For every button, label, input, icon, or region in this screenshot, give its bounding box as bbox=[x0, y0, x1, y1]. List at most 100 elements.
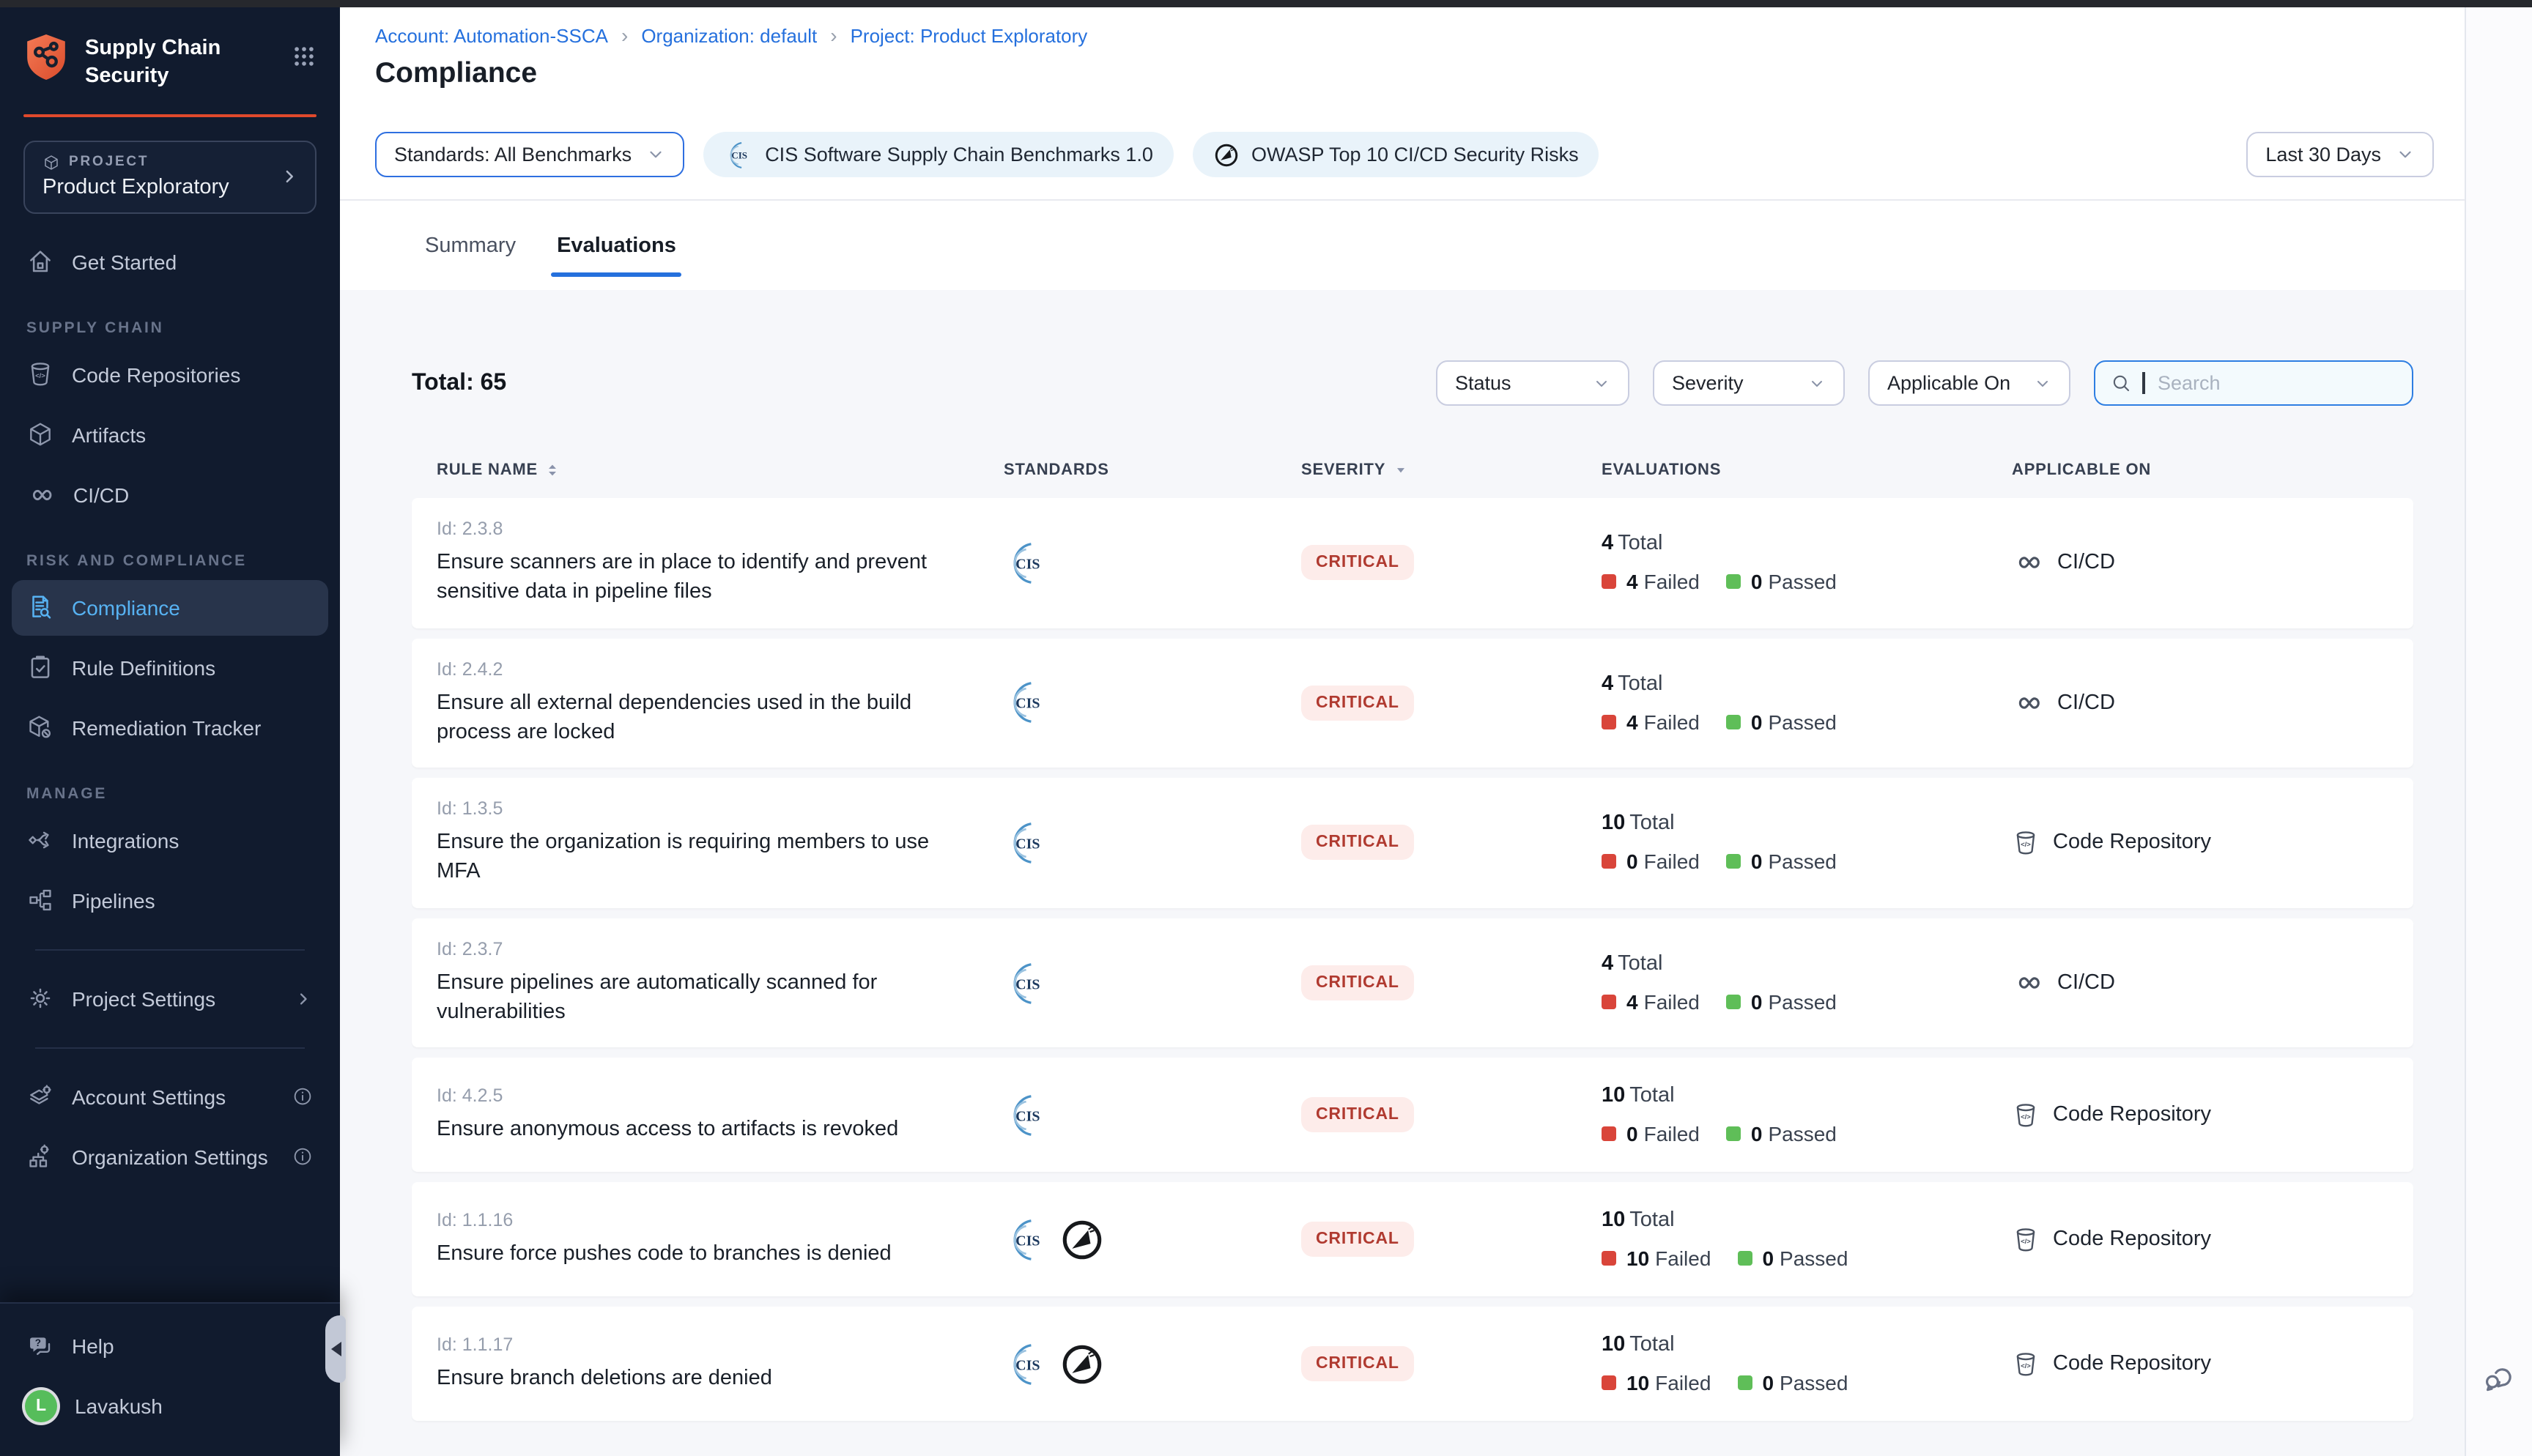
sidebar-item-get-started[interactable]: Get Started bbox=[12, 234, 328, 289]
code-repository-icon bbox=[26, 360, 54, 388]
tab-evaluations[interactable]: Evaluations bbox=[557, 201, 676, 290]
sidebar-item-project-settings[interactable]: Project Settings bbox=[12, 970, 328, 1026]
search-box[interactable] bbox=[2094, 360, 2413, 406]
section-manage: MANAGE bbox=[12, 759, 328, 812]
cicd-infinity-icon bbox=[2012, 967, 2044, 999]
rule-cell: Id: 2.3.8 Ensure scanners are in place t… bbox=[412, 519, 1004, 607]
sidebar-item-help[interactable]: Help bbox=[12, 1318, 328, 1374]
search-input[interactable] bbox=[2155, 371, 2380, 395]
breadcrumb-separator: › bbox=[830, 23, 837, 47]
breadcrumb-separator: › bbox=[621, 23, 628, 47]
tabs-bar: Summary Evaluations bbox=[340, 201, 2466, 291]
sidebar-item-user[interactable]: L Lavakush bbox=[12, 1378, 328, 1434]
rule-id: Id: 2.3.7 bbox=[437, 939, 1004, 959]
cis-logo-icon bbox=[724, 140, 753, 169]
table-row[interactable]: Id: 2.3.8 Ensure scanners are in place t… bbox=[412, 498, 2413, 628]
sidebar-item-code-repositories[interactable]: Code Repositories bbox=[12, 346, 328, 402]
applicable-on-cell: Code Repository bbox=[2012, 1351, 2413, 1378]
table-row[interactable]: Id: 4.2.5 Ensure anonymous access to art… bbox=[412, 1058, 2413, 1173]
table-row[interactable]: Id: 2.4.2 Ensure all external dependenci… bbox=[412, 638, 2413, 768]
project-eyebrow: PROJECT bbox=[69, 154, 149, 170]
standards-cell bbox=[1004, 1093, 1301, 1138]
date-range-dropdown[interactable]: Last 30 Days bbox=[2246, 132, 2434, 177]
chevron-right-icon bbox=[278, 165, 300, 187]
sidebar-item-compliance[interactable]: Compliance bbox=[12, 579, 328, 635]
user-name: Lavakush bbox=[75, 1394, 163, 1418]
table-row[interactable]: Id: 1.3.5 Ensure the organization is req… bbox=[412, 778, 2413, 907]
sidebar-collapse-handle[interactable] bbox=[325, 1315, 346, 1383]
info-icon[interactable] bbox=[292, 1085, 314, 1107]
owasp-standard-icon bbox=[1059, 1217, 1105, 1263]
project-selector[interactable]: PROJECT Product Exploratory bbox=[23, 140, 316, 213]
severity-cell: CRITICAL bbox=[1301, 965, 1602, 1000]
sidebar-item-remediation-tracker[interactable]: Remediation Tracker bbox=[12, 699, 328, 755]
sidebar-item-integrations[interactable]: Integrations bbox=[12, 812, 328, 868]
avatar: L bbox=[25, 1390, 57, 1422]
status-filter-dropdown[interactable]: Status bbox=[1436, 360, 1629, 406]
chevron-down-icon bbox=[2396, 145, 2415, 164]
standard-chip-owasp[interactable]: OWASP Top 10 CI/CD Security Risks bbox=[1193, 132, 1599, 177]
sidebar-divider bbox=[35, 1047, 305, 1048]
standards-cell bbox=[1004, 1217, 1301, 1263]
gear-icon bbox=[26, 984, 54, 1012]
col-header-rule-name[interactable]: RULE NAME bbox=[412, 461, 1004, 479]
rule-name: Ensure all external dependencies used in… bbox=[437, 688, 942, 747]
standards-cell bbox=[1004, 680, 1301, 726]
rule-cell: Id: 2.3.7 Ensure pipelines are automatic… bbox=[412, 939, 1004, 1028]
applicable-on-filter-dropdown[interactable]: Applicable On bbox=[1868, 360, 2070, 406]
info-icon[interactable] bbox=[292, 1145, 314, 1167]
breadcrumb: Account: Automation-SSCA › Organization:… bbox=[375, 23, 1087, 47]
rule-id: Id: 2.3.8 bbox=[437, 519, 1004, 539]
cis-standard-icon bbox=[1004, 680, 1049, 726]
infinity-icon bbox=[26, 480, 56, 509]
col-header-severity[interactable]: SEVERITY bbox=[1301, 461, 1602, 479]
passed-indicator bbox=[1726, 715, 1741, 729]
standard-chip-cis[interactable]: CIS Software Supply Chain Benchmarks 1.0 bbox=[703, 132, 1174, 177]
owasp-standard-icon bbox=[1059, 1342, 1105, 1387]
breadcrumb-project-link[interactable]: Project: Product Exploratory bbox=[851, 24, 1088, 46]
tab-summary[interactable]: Summary bbox=[425, 201, 516, 290]
compliance-doc-search-icon bbox=[26, 593, 54, 621]
cicd-infinity-icon bbox=[2012, 547, 2044, 579]
applicable-on-cell: Code Repository bbox=[2012, 829, 2413, 857]
cis-standard-icon bbox=[1004, 1342, 1049, 1387]
chevron-down-icon bbox=[1808, 374, 1826, 392]
brand: Supply Chain Security bbox=[0, 7, 340, 105]
rule-name: Ensure branch deletions are denied bbox=[437, 1364, 942, 1394]
table-row[interactable]: Id: 1.1.17 Ensure branch deletions are d… bbox=[412, 1307, 2413, 1422]
standards-cell bbox=[1004, 820, 1301, 866]
code-repository-icon bbox=[2012, 1226, 2040, 1254]
sidebar-item-pipelines[interactable]: Pipelines bbox=[12, 872, 328, 928]
sort-down-icon[interactable] bbox=[1393, 461, 1407, 479]
failed-indicator bbox=[1602, 1376, 1616, 1391]
sidebar-item-rule-definitions[interactable]: Rule Definitions bbox=[12, 639, 328, 695]
severity-cell: CRITICAL bbox=[1301, 686, 1602, 721]
table-row[interactable]: Id: 2.3.7 Ensure pipelines are automatic… bbox=[412, 918, 2413, 1048]
failed-indicator bbox=[1602, 1127, 1616, 1142]
rule-name: Ensure pipelines are automatically scann… bbox=[437, 968, 942, 1028]
sort-both-icon[interactable] bbox=[545, 461, 560, 479]
severity-filter-dropdown[interactable]: Severity bbox=[1653, 360, 1845, 406]
right-gutter bbox=[2465, 7, 2532, 1456]
breadcrumb-account-link[interactable]: Account: Automation-SSCA bbox=[375, 24, 608, 46]
sidebar-item-cicd[interactable]: CI/CD bbox=[12, 467, 328, 522]
table-row[interactable]: Id: 1.1.16 Ensure force pushes code to b… bbox=[412, 1183, 2413, 1297]
breadcrumb-organization-link[interactable]: Organization: default bbox=[641, 24, 817, 46]
cis-standard-icon bbox=[1004, 820, 1049, 866]
evaluations-content: Total: 65 Status Severity Applicable On bbox=[340, 290, 2466, 1456]
sidebar-item-artifacts[interactable]: Artifacts bbox=[12, 406, 328, 462]
integrations-icon bbox=[26, 826, 54, 854]
standards-dropdown[interactable]: Standards: All Benchmarks bbox=[375, 132, 684, 177]
sidebar-item-account-settings[interactable]: Account Settings bbox=[12, 1069, 328, 1124]
sidebar-item-organization-settings[interactable]: Organization Settings bbox=[12, 1129, 328, 1184]
severity-badge: CRITICAL bbox=[1301, 1098, 1414, 1133]
sidebar-divider bbox=[35, 948, 305, 950]
applicable-on-cell: CI/CD bbox=[2012, 687, 2413, 719]
evaluations-cell: 4Total 4Failed 0Passed bbox=[1602, 672, 2012, 734]
app-window: Supply Chain Security PROJECT Product Ex… bbox=[0, 0, 2532, 1456]
feedback-chat-icon[interactable] bbox=[2481, 1359, 2516, 1394]
app-logo-shield-icon bbox=[23, 32, 69, 82]
cicd-infinity-icon bbox=[2012, 687, 2044, 719]
app-switcher-grid-icon[interactable] bbox=[292, 32, 316, 69]
home-icon bbox=[26, 248, 54, 275]
